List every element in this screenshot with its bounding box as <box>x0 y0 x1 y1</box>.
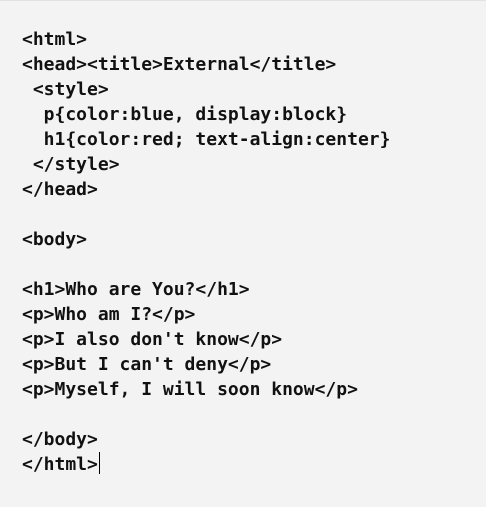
code-line: <p>Myself, I will soon know</p> <box>22 379 358 400</box>
text-cursor <box>98 452 100 474</box>
code-line: <style> <box>22 79 109 100</box>
code-area[interactable]: <html> <head><title>External</title> <st… <box>22 27 390 477</box>
code-line: <p>Who am I?</p> <box>22 304 196 325</box>
code-line: <p>I also don't know</p> <box>22 329 283 350</box>
code-line: </body> <box>22 429 98 450</box>
code-line: </head> <box>22 179 98 200</box>
code-line: <head><title>External</title> <box>22 54 337 75</box>
code-line-last: </html> <box>22 452 390 477</box>
code-editor[interactable]: <html> <head><title>External</title> <st… <box>0 0 486 507</box>
code-line-text: </html> <box>22 454 98 475</box>
code-line: h1{color:red; text-align:center} <box>22 129 391 150</box>
code-line: <body> <box>22 229 88 250</box>
code-line: <h1>Who are You?</h1> <box>22 279 250 300</box>
code-line: <p>But I can't deny</p> <box>22 354 272 375</box>
code-line: <html> <box>22 29 88 50</box>
code-line: </style> <box>22 154 120 175</box>
code-line: p{color:blue, display:block} <box>22 104 348 125</box>
